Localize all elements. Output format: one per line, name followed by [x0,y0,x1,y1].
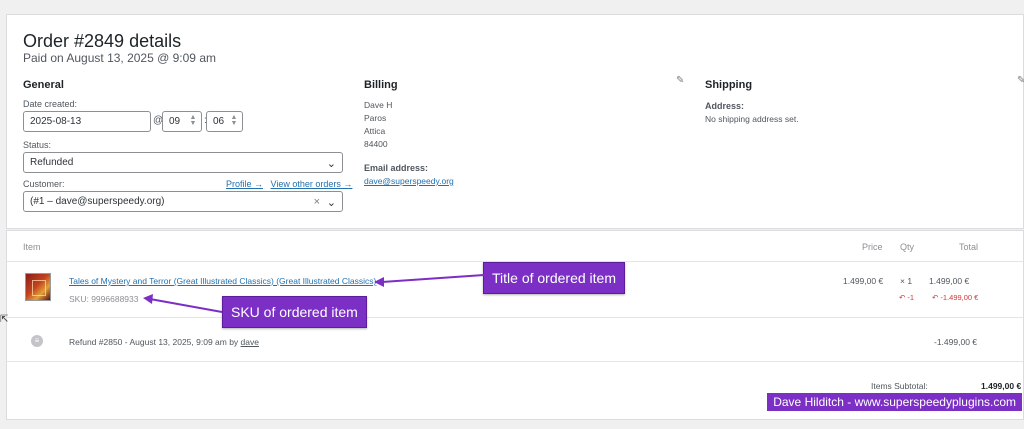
refund-icon: ≡ [31,335,43,347]
order-details-panel: Order #2849 details Paid on August 13, 2… [6,14,1024,229]
minute-spinner-icon[interactable]: ▲ ▼ [229,114,239,128]
customer-links: Profile → View other orders → [226,179,352,189]
hour-input[interactable]: 09 ▲ ▼ [162,111,202,132]
date-created-label: Date created: [23,99,78,109]
edit-shipping-pencil-icon[interactable]: ✎ [1017,75,1024,86]
sku-callout: SKU of ordered item [222,296,367,328]
view-other-orders-link[interactable]: View other orders → [271,179,353,189]
item-total-refunded: ↶ -1.499,00 € [932,293,978,302]
shipping-address-value: No shipping address set. [705,114,799,124]
item-title-link[interactable]: Tales of Mystery and Terror (Great Illus… [69,276,376,286]
customer-label: Customer: [23,179,65,189]
minute-input[interactable]: 06 ▲ ▼ [206,111,243,132]
billing-line: 84400 [364,139,388,149]
undo-icon: ↶ [899,293,906,302]
billing-email-wrap: dave@superspeedy.org [364,175,454,188]
refund-amount: -1.499,00 € [934,337,978,347]
general-heading: General [23,79,64,91]
title-callout: Title of ordered item [483,262,625,294]
item-qty: × 1 [900,276,913,286]
minute-value: 06 [213,116,225,127]
customer-select[interactable]: (#1 – dave@superspeedy.org) × ⌄ [23,191,343,212]
total-refunded-value: -1.499,00 € [940,293,979,302]
customer-value: (#1 – dave@superspeedy.org) [30,196,165,207]
undo-icon: ↶ [932,293,939,302]
items-subtotal-label: Items Subtotal: [871,381,928,391]
billing-line: Paros [364,113,387,123]
item-total: 1.499,00 € [929,276,970,286]
watermark: Dave Hilditch - www.superspeedyplugins.c… [767,393,1022,411]
status-value: Refunded [30,157,74,168]
item-title-wrap: Tales of Mystery and Terror (Great Illus… [69,276,376,286]
edit-billing-pencil-icon[interactable]: ✎ [676,75,684,86]
column-header-item: Item [23,242,41,252]
billing-email-link[interactable]: dave@superspeedy.org [364,176,454,186]
chevron-down-icon: ⌄ [326,158,336,170]
status-label: Status: [23,140,52,150]
column-header-total: Total [959,242,979,252]
billing-line: Attica [364,126,386,136]
order-paid-subtitle: Paid on August 13, 2025 @ 9:09 am [23,51,216,65]
billing-address: Dave H Paros Attica 84400 [364,99,392,151]
sku-arrow [143,294,223,313]
hour-value: 09 [169,116,181,127]
clear-icon[interactable]: × [314,193,320,212]
title-arrow [374,274,485,287]
item-sku: SKU: 9996688933 [69,294,139,304]
profile-link[interactable]: Profile → [226,179,263,189]
items-subtotal-value: 1.499,00 € [981,381,1022,391]
page-title: Order #2849 details [23,31,182,51]
refund-by-user[interactable]: dave [241,337,259,347]
billing-line: Dave H [364,100,393,110]
date-created-input[interactable]: 2025-08-13 [23,111,151,132]
refund-text: Refund #2850 - August 13, 2025, 9:09 am … [69,337,241,347]
status-select[interactable]: Refunded ⌄ [23,152,343,173]
shipping-heading: Shipping [705,79,753,91]
refund-row: Refund #2850 - August 13, 2025, 9:09 am … [69,337,259,347]
product-thumbnail[interactable] [25,273,51,301]
divider [7,361,1023,362]
shipping-address-label: Address: [705,101,745,111]
billing-email-label: Email address: [364,163,429,173]
qty-refunded-value: -1 [907,293,915,302]
order-items-panel: Item Price Qty Total Tales of Mystery an… [6,230,1024,420]
item-qty-refunded: ↶ -1 [899,293,914,302]
divider [7,317,1023,318]
column-header-qty: Qty [900,242,915,252]
mouse-cursor-icon: ⇱ [0,314,9,325]
billing-heading: Billing [364,79,398,91]
hour-spinner-icon[interactable]: ▲ ▼ [188,114,198,128]
column-header-price: Price [862,242,883,252]
chevron-down-icon: ⌄ [326,197,336,209]
item-price: 1.499,00 € [843,276,884,286]
